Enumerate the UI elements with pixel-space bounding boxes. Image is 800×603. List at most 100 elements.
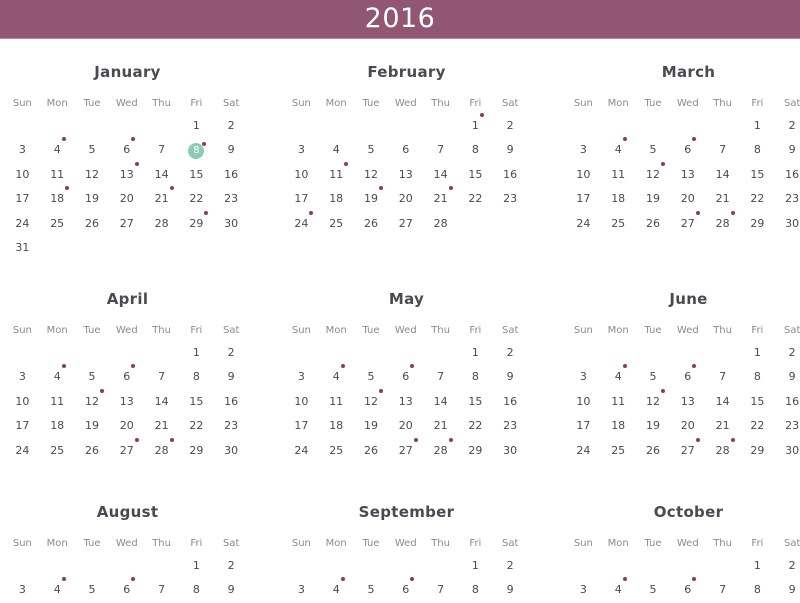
day-cell[interactable]: 9 <box>493 365 528 389</box>
day-cell[interactable]: 13 <box>109 161 144 187</box>
day-cell[interactable]: 29 <box>458 439 493 463</box>
day-cell[interactable]: 29 <box>179 210 214 236</box>
day-cell[interactable]: 3 <box>5 365 40 389</box>
day-cell[interactable]: 15 <box>179 163 214 187</box>
day-cell[interactable]: 3 <box>5 138 40 162</box>
day-cell[interactable]: 21 <box>144 414 179 438</box>
day-cell[interactable]: 6 <box>670 364 705 389</box>
day-cell[interactable]: 6 <box>670 577 705 602</box>
day-cell[interactable]: 18 <box>319 414 354 438</box>
day-cell[interactable]: 30 <box>775 439 800 463</box>
day-cell[interactable]: 16 <box>493 390 528 414</box>
day-cell[interactable]: 7 <box>423 365 458 389</box>
day-cell[interactable]: 2 <box>214 341 249 365</box>
day-cell[interactable]: 21 <box>705 187 740 211</box>
day-cell[interactable]: 7 <box>144 365 179 389</box>
day-cell[interactable]: 9 <box>214 138 249 162</box>
day-cell[interactable]: 23 <box>775 187 800 211</box>
day-cell[interactable]: 6 <box>109 577 144 602</box>
day-cell[interactable]: 18 <box>601 187 636 211</box>
day-cell[interactable]: 10 <box>284 390 319 414</box>
day-cell[interactable]: 11 <box>319 390 354 414</box>
day-cell[interactable]: 26 <box>354 439 389 463</box>
day-cell[interactable]: 19 <box>636 187 671 211</box>
day-cell[interactable]: 1 <box>740 341 775 365</box>
day-cell[interactable]: 21 <box>423 414 458 438</box>
day-cell[interactable]: 14 <box>423 390 458 414</box>
day-cell[interactable]: 7 <box>144 578 179 602</box>
day-cell[interactable]: 23 <box>493 187 528 211</box>
day-cell[interactable]: 14 <box>144 390 179 414</box>
day-cell[interactable]: 15 <box>458 390 493 414</box>
day-cell[interactable]: 22 <box>458 414 493 438</box>
day-cell[interactable]: 10 <box>5 163 40 187</box>
day-cell[interactable]: 4 <box>319 138 354 162</box>
day-cell[interactable]: 1 <box>179 554 214 578</box>
day-cell[interactable]: 6 <box>109 137 144 162</box>
day-cell[interactable]: 14 <box>705 163 740 187</box>
day-cell[interactable]: 5 <box>354 578 389 602</box>
day-cell[interactable]: 22 <box>179 414 214 438</box>
day-cell[interactable]: 30 <box>775 212 800 236</box>
day-cell[interactable]: 28 <box>705 437 740 463</box>
day-cell[interactable]: 30 <box>493 439 528 463</box>
day-cell[interactable]: 24 <box>5 439 40 463</box>
day-cell[interactable]: 1 <box>740 114 775 138</box>
day-cell[interactable]: 8 <box>179 578 214 602</box>
day-cell[interactable]: 17 <box>284 414 319 438</box>
day-cell[interactable]: 5 <box>636 138 671 162</box>
day-cell[interactable]: 7 <box>144 138 179 162</box>
day-cell[interactable]: 9 <box>775 138 800 162</box>
day-cell[interactable]: 25 <box>40 212 75 236</box>
day-cell[interactable]: 11 <box>601 390 636 414</box>
day-cell[interactable]: 18 <box>40 186 75 211</box>
day-cell[interactable]: 4 <box>40 577 75 602</box>
day-cell[interactable]: 5 <box>75 138 110 162</box>
day-cell[interactable]: 5 <box>75 365 110 389</box>
day-cell[interactable]: 8 <box>740 365 775 389</box>
day-cell[interactable]: 10 <box>284 163 319 187</box>
day-cell[interactable]: 7 <box>423 138 458 162</box>
day-cell[interactable]: 1 <box>740 554 775 578</box>
day-cell[interactable]: 25 <box>319 212 354 236</box>
day-cell[interactable]: 4 <box>601 137 636 162</box>
day-cell[interactable]: 21 <box>705 414 740 438</box>
day-cell[interactable]: 20 <box>388 187 423 211</box>
day-cell[interactable]: 28 <box>423 437 458 463</box>
day-cell[interactable]: 11 <box>601 163 636 187</box>
day-cell[interactable]: 28 <box>144 437 179 463</box>
day-cell[interactable]: 4 <box>319 364 354 389</box>
day-cell[interactable]: 3 <box>566 578 601 602</box>
day-cell[interactable]: 16 <box>775 390 800 414</box>
day-cell[interactable]: 12 <box>636 388 671 414</box>
day-cell[interactable]: 5 <box>636 578 671 602</box>
day-cell[interactable]: 9 <box>214 365 249 389</box>
day-cell[interactable]: 6 <box>109 364 144 389</box>
day-cell[interactable]: 6 <box>388 577 423 602</box>
day-cell[interactable]: 15 <box>740 390 775 414</box>
day-cell[interactable]: 13 <box>109 390 144 414</box>
day-cell[interactable]: 14 <box>423 163 458 187</box>
day-cell[interactable]: 1 <box>458 554 493 578</box>
day-cell[interactable]: 23 <box>214 414 249 438</box>
day-cell[interactable]: 2 <box>493 341 528 365</box>
day-cell[interactable]: 30 <box>214 212 249 236</box>
day-cell[interactable]: 26 <box>636 439 671 463</box>
day-cell[interactable]: 16 <box>214 163 249 187</box>
day-cell[interactable]: 23 <box>493 414 528 438</box>
day-cell[interactable]: 9 <box>493 138 528 162</box>
day-cell[interactable]: 1 <box>179 114 214 138</box>
day-cell[interactable]: 19 <box>636 414 671 438</box>
day-cell[interactable]: 28 <box>144 212 179 236</box>
day-cell[interactable]: 6 <box>388 364 423 389</box>
day-cell[interactable]: 23 <box>775 414 800 438</box>
day-cell[interactable]: 1 <box>458 113 493 138</box>
day-cell[interactable]: 14 <box>144 163 179 187</box>
day-cell[interactable]: 30 <box>214 439 249 463</box>
day-cell[interactable]: 23 <box>214 187 249 211</box>
day-cell[interactable]: 8 <box>740 578 775 602</box>
day-cell[interactable]: 25 <box>40 439 75 463</box>
day-cell[interactable]: 22 <box>740 187 775 211</box>
day-cell[interactable]: 9 <box>214 578 249 602</box>
day-cell[interactable]: 20 <box>670 187 705 211</box>
